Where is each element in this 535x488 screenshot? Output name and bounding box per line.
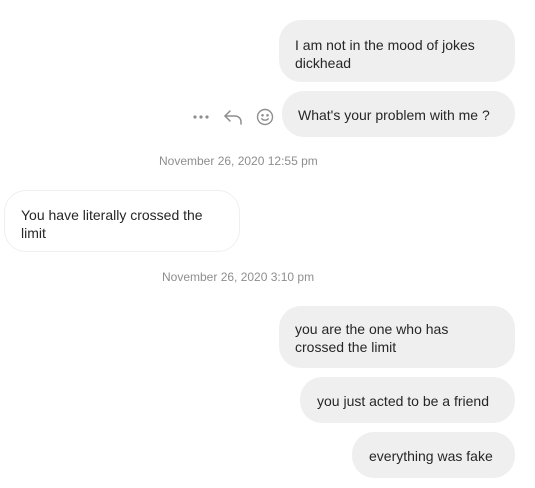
message-bubble-incoming[interactable]: You have literally crossed the limit bbox=[4, 190, 240, 252]
message-bubble-outgoing[interactable]: you just acted to be a friend bbox=[300, 377, 515, 423]
message-bubble-outgoing[interactable]: What's your problem with me ? bbox=[282, 91, 515, 137]
message-text: everything was fake bbox=[369, 448, 493, 464]
message-bubble-outgoing[interactable]: everything was fake bbox=[352, 432, 515, 478]
message-text: I am not in the mood of jokes dickhead bbox=[295, 37, 475, 71]
message-text: What's your problem with me ? bbox=[298, 107, 490, 123]
message-bubble-outgoing[interactable]: I am not in the mood of jokes dickhead bbox=[279, 20, 515, 82]
more-options-icon[interactable] bbox=[189, 105, 213, 129]
message-bubble-outgoing[interactable]: you are the one who has crossed the limi… bbox=[279, 306, 515, 368]
emoji-react-icon[interactable] bbox=[253, 105, 277, 129]
message-text: you just acted to be a friend bbox=[317, 393, 489, 409]
message-text: you are the one who has crossed the limi… bbox=[295, 321, 449, 355]
reply-icon[interactable] bbox=[221, 105, 245, 129]
message-actions bbox=[189, 105, 277, 129]
timestamp: November 26, 2020 3:10 pm bbox=[162, 270, 315, 284]
timestamp: November 26, 2020 12:55 pm bbox=[159, 154, 318, 168]
message-thread: I am not in the mood of jokes dickhead W… bbox=[0, 0, 535, 488]
message-text: You have literally crossed the limit bbox=[21, 207, 203, 241]
